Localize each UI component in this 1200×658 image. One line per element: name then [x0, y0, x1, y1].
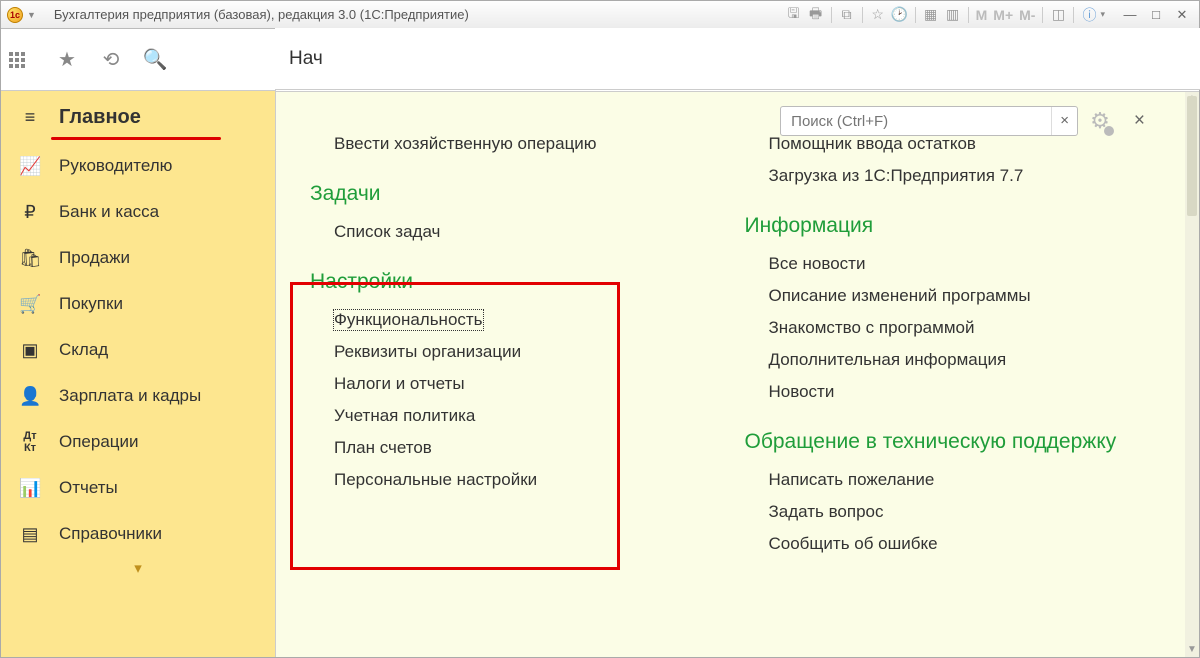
quick-toolbar: ★ ⟲ 🔍 [1, 29, 275, 91]
active-underline [51, 137, 221, 140]
item-getting-acquainted[interactable]: Знакомство с программой [741, 312, 1156, 344]
minimize-button[interactable]: — [1119, 6, 1141, 24]
memory-m[interactable]: M [976, 7, 988, 23]
item-task-list[interactable]: Список задач [306, 216, 721, 248]
apps-grid-icon[interactable] [9, 52, 37, 68]
panel-icon[interactable]: ◫ [1048, 5, 1068, 25]
sidebar-item-purchases[interactable]: 🛒 Покупки [1, 281, 275, 327]
column-left: Ввести хозяйственную операцию Задачи Спи… [296, 128, 731, 657]
tab-bar: Нач [275, 28, 1200, 90]
maximize-button[interactable]: □ [1145, 6, 1167, 24]
column-right: Помощник ввода остатков Загрузка из 1С:П… [731, 128, 1166, 657]
sidebar-item-label: Главное [59, 106, 141, 129]
close-button[interactable]: ✕ [1171, 6, 1193, 24]
page-preview-icon[interactable]: ⧉ [837, 5, 857, 25]
sidebar-item-payroll[interactable]: 👤 Зарплата и кадры [1, 373, 275, 419]
item-ask-question[interactable]: Задать вопрос [741, 496, 1156, 528]
item-personal-settings[interactable]: Персональные настройки [306, 464, 721, 496]
sidebar-item-sales[interactable]: 🛍 Продажи [1, 235, 275, 281]
item-org-details[interactable]: Реквизиты организации [306, 336, 721, 368]
sidebar-item-manager[interactable]: 📈 Руководителю [1, 143, 275, 189]
section-support: Обращение в техническую поддержку [745, 430, 1156, 454]
favorite-icon[interactable]: ☆ [868, 5, 888, 25]
sidebar-item-label: Справочники [59, 524, 162, 544]
boxes-icon: ▣ [19, 340, 41, 361]
item-balance-assistant[interactable]: Помощник ввода остатков [741, 128, 1156, 160]
sidebar-item-label: Операции [59, 432, 139, 452]
sidebar-item-reports[interactable]: 📊 Отчеты [1, 465, 275, 511]
trend-icon: 📈 [19, 156, 41, 177]
clipboard-icon[interactable]: ⟲ [97, 47, 125, 72]
person-icon: 👤 [19, 386, 41, 407]
sidebar-item-label: Покупки [59, 294, 123, 314]
item-changelog[interactable]: Описание изменений программы [741, 280, 1156, 312]
scroll-down-icon[interactable]: ▼ [1185, 643, 1199, 657]
app-orb-icon: 1c [7, 7, 23, 23]
search-input[interactable] [781, 113, 1051, 130]
history-icon[interactable]: 🕑 [890, 5, 910, 25]
item-taxes-reports[interactable]: Налоги и отчеты [306, 368, 721, 400]
sidebar-item-bank[interactable]: ₽ Банк и касса [1, 189, 275, 235]
sidebar-item-label: Банк и касса [59, 202, 159, 222]
item-load-from-77[interactable]: Загрузка из 1С:Предприятия 7.7 [741, 160, 1156, 192]
sidebar-item-warehouse[interactable]: ▣ Склад [1, 327, 275, 373]
cart-icon: 🛒 [19, 294, 41, 315]
item-news[interactable]: Новости [741, 376, 1156, 408]
chart-icon: 📊 [19, 478, 41, 499]
scroll-thumb[interactable] [1187, 96, 1197, 216]
section-information: Информация [745, 214, 1156, 238]
sidebar-item-directories[interactable]: ▤ Справочники [1, 511, 275, 557]
app-menu-dropdown-icon[interactable]: ▼ [27, 10, 36, 20]
sidebar-item-label: Продажи [59, 248, 130, 268]
memory-mm[interactable]: M- [1019, 7, 1035, 23]
item-chart-of-accounts[interactable]: План счетов [306, 432, 721, 464]
dtkt-icon: ДтКт [19, 430, 41, 454]
ruble-icon: ₽ [19, 202, 41, 223]
main-panel: × ⚙ × Ввести хозяйственную операцию Зада… [276, 91, 1199, 657]
item-report-bug[interactable]: Сообщить об ошибке [741, 528, 1156, 560]
sidebar-item-label: Отчеты [59, 478, 118, 498]
info-dropdown-icon[interactable]: ▾ [1100, 9, 1105, 20]
sidebar-item-label: Склад [59, 340, 108, 360]
sidebar-item-main[interactable]: ≡ Главное [1, 91, 275, 143]
calendar-icon[interactable]: ▥ [943, 5, 963, 25]
item-write-suggestion[interactable]: Написать пожелание [741, 464, 1156, 496]
section-settings: Настройки [310, 270, 721, 294]
memory-mp[interactable]: M+ [993, 7, 1013, 23]
window-title: Бухгалтерия предприятия (базовая), редак… [54, 7, 469, 22]
navigation-sidebar: ≡ Главное 📈 Руководителю ₽ Банк и касса … [1, 91, 275, 657]
vertical-scrollbar[interactable]: ▲ ▼ [1185, 92, 1199, 657]
print-icon[interactable]: 🖶 [806, 5, 826, 25]
tab-truncated[interactable]: Нач [289, 48, 323, 70]
menu-icon: ≡ [19, 107, 41, 128]
star-icon[interactable]: ★ [53, 47, 81, 72]
sidebar-item-label: Руководителю [59, 156, 172, 176]
item-accounting-policy[interactable]: Учетная политика [306, 400, 721, 432]
item-enter-operation[interactable]: Ввести хозяйственную операцию [306, 128, 721, 160]
item-additional-info[interactable]: Дополнительная информация [741, 344, 1156, 376]
section-tasks: Задачи [310, 182, 721, 206]
sidebar-more-icon[interactable]: ▾ [1, 557, 275, 579]
search-icon[interactable]: 🔍 [141, 47, 169, 72]
calc-icon[interactable]: ▦ [921, 5, 941, 25]
sidebar-item-operations[interactable]: ДтКт Операции [1, 419, 275, 465]
item-all-news[interactable]: Все новости [741, 248, 1156, 280]
sidebar-item-label: Зарплата и кадры [59, 386, 201, 406]
bag-icon: 🛍 [19, 248, 41, 269]
books-icon: ▤ [19, 524, 41, 545]
item-functionality[interactable]: Функциональность [306, 304, 721, 336]
window-titlebar: 1c ▼ Бухгалтерия предприятия (базовая), … [1, 1, 1199, 29]
info-icon[interactable]: ⓘ [1079, 5, 1099, 25]
save-icon[interactable]: 🖫 [784, 5, 804, 25]
